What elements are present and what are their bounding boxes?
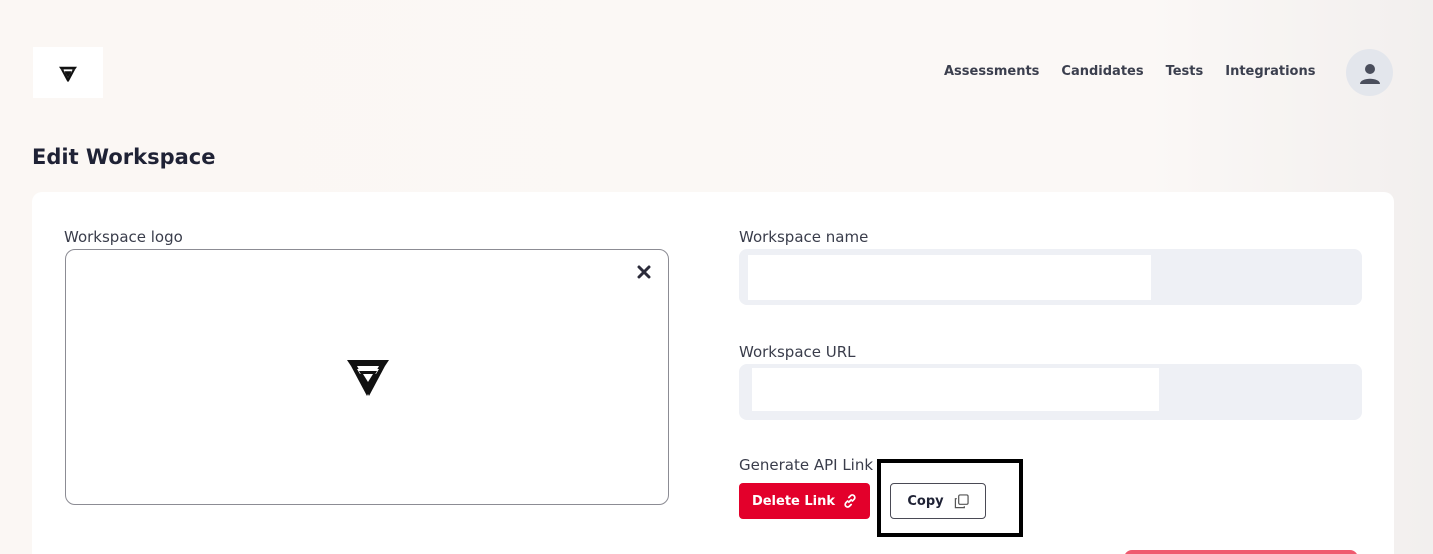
avatar[interactable] — [1346, 49, 1393, 96]
close-icon — [637, 265, 651, 279]
brand-logo[interactable] — [33, 47, 103, 98]
workspace-logo-preview-icon — [347, 360, 389, 396]
save-button-partial[interactable] — [1124, 550, 1358, 554]
workspace-url-input[interactable] — [752, 368, 1159, 411]
triangle-knot-logo-icon — [59, 66, 77, 82]
workspace-url-field — [739, 364, 1362, 420]
main-nav: Assessments Candidates Tests Integration… — [944, 64, 1315, 79]
page-title: Edit Workspace — [32, 145, 216, 169]
workspace-name-field — [739, 249, 1362, 305]
delete-link-button[interactable]: Delete Link — [739, 483, 870, 519]
copy-icon — [954, 493, 969, 508]
workspace-logo-dropzone[interactable] — [65, 249, 669, 505]
nav-integrations[interactable]: Integrations — [1225, 64, 1315, 79]
workspace-name-label: Workspace name — [739, 228, 869, 246]
nav-tests[interactable]: Tests — [1166, 64, 1204, 79]
generate-api-link-label: Generate API Link — [739, 456, 874, 474]
user-icon — [1359, 63, 1380, 84]
remove-logo-button[interactable] — [636, 264, 652, 280]
copy-link-button[interactable]: Copy — [890, 483, 986, 519]
workspace-url-label: Workspace URL — [739, 343, 856, 361]
delete-link-label: Delete Link — [751, 493, 836, 509]
nav-candidates[interactable]: Candidates — [1061, 64, 1143, 79]
nav-assessments[interactable]: Assessments — [944, 64, 1039, 79]
copy-label: Copy — [907, 493, 944, 509]
workspace-name-input[interactable] — [748, 255, 1151, 300]
link-icon — [844, 494, 856, 508]
workspace-logo-label: Workspace logo — [64, 228, 183, 246]
